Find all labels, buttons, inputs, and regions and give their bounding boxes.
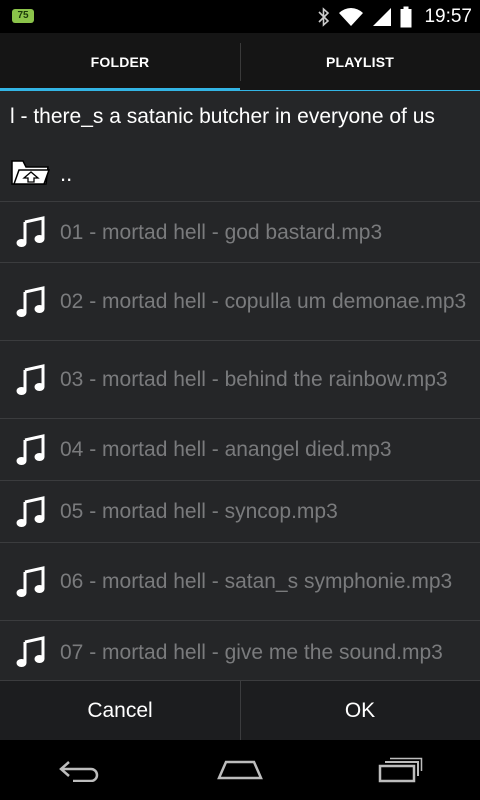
recent-apps-button[interactable] [360, 740, 440, 800]
back-icon [59, 761, 99, 782]
tab-bar: FOLDER PLAYLIST [0, 33, 480, 91]
file-row[interactable]: 03 - mortad hell - behind the rainbow.mp… [0, 341, 480, 419]
folder-up-icon [11, 160, 50, 185]
file-name: 02 - mortad hell - copulla um demonae.mp… [60, 290, 467, 313]
back-button[interactable] [40, 740, 120, 800]
file-row[interactable]: 06 - mortad hell - satan_s symphonie.mp3 [0, 543, 480, 621]
file-name: 01 - mortad hell - god bastard.mp3 [60, 220, 383, 244]
status-bar: 75 19:57 [0, 0, 480, 33]
file-chooser-dialog: l - there_s a satanic butcher in everyon… [0, 91, 480, 680]
file-name: 07 - mortad hell - give me the sound.mp3 [60, 640, 443, 664]
music-note-icon [16, 636, 45, 667]
file-row[interactable]: 07 - mortad hell - give me the sound.mp3 [0, 621, 480, 680]
tab-folder[interactable]: FOLDER [0, 33, 240, 91]
music-note-icon [16, 495, 45, 527]
recent-apps-icon [378, 757, 423, 783]
home-icon [217, 760, 263, 780]
file-name: 03 - mortad hell - behind the rainbow.mp… [60, 368, 448, 391]
parent-folder-row[interactable]: .. [0, 149, 480, 202]
battery-icon [400, 6, 412, 28]
home-button[interactable] [200, 740, 280, 800]
music-note-icon [16, 216, 45, 247]
dialog-buttons: Cancel OK [0, 680, 480, 741]
clock: 19:57 [424, 6, 472, 27]
tab-folder-label: FOLDER [90, 54, 150, 70]
file-row[interactable]: 02 - mortad hell - copulla um demonae.mp… [0, 263, 480, 341]
file-list: 01 - mortad hell - god bastard.mp3 02 - … [0, 202, 480, 680]
file-row[interactable]: 05 - mortad hell - syncop.mp3 [0, 481, 480, 543]
music-note-icon [16, 363, 45, 395]
navigation-bar [0, 740, 480, 800]
parent-folder-label: .. [60, 161, 73, 186]
current-folder-path: l - there_s a satanic butcher in everyon… [10, 105, 435, 128]
file-row[interactable]: 04 - mortad hell - anangel died.mp3 [0, 419, 480, 481]
music-note-icon [16, 565, 45, 597]
tab-playlist[interactable]: PLAYLIST [240, 33, 480, 91]
file-name: 05 - mortad hell - syncop.mp3 [60, 500, 338, 523]
battery-notification-badge: 75 [12, 9, 34, 23]
signal-icon [373, 8, 392, 26]
status-icons: 19:57 [318, 4, 472, 30]
cancel-button[interactable]: Cancel [0, 681, 240, 741]
ok-button[interactable]: OK [240, 681, 480, 741]
file-name: 06 - mortad hell - satan_s symphonie.mp3 [60, 570, 453, 593]
bluetooth-icon [318, 7, 330, 27]
music-note-icon [16, 285, 45, 317]
file-name: 04 - mortad hell - anangel died.mp3 [60, 438, 392, 461]
music-note-icon [16, 433, 45, 465]
file-row[interactable]: 01 - mortad hell - god bastard.mp3 [0, 202, 480, 263]
wifi-icon [339, 8, 364, 26]
tab-playlist-label: PLAYLIST [326, 54, 394, 70]
